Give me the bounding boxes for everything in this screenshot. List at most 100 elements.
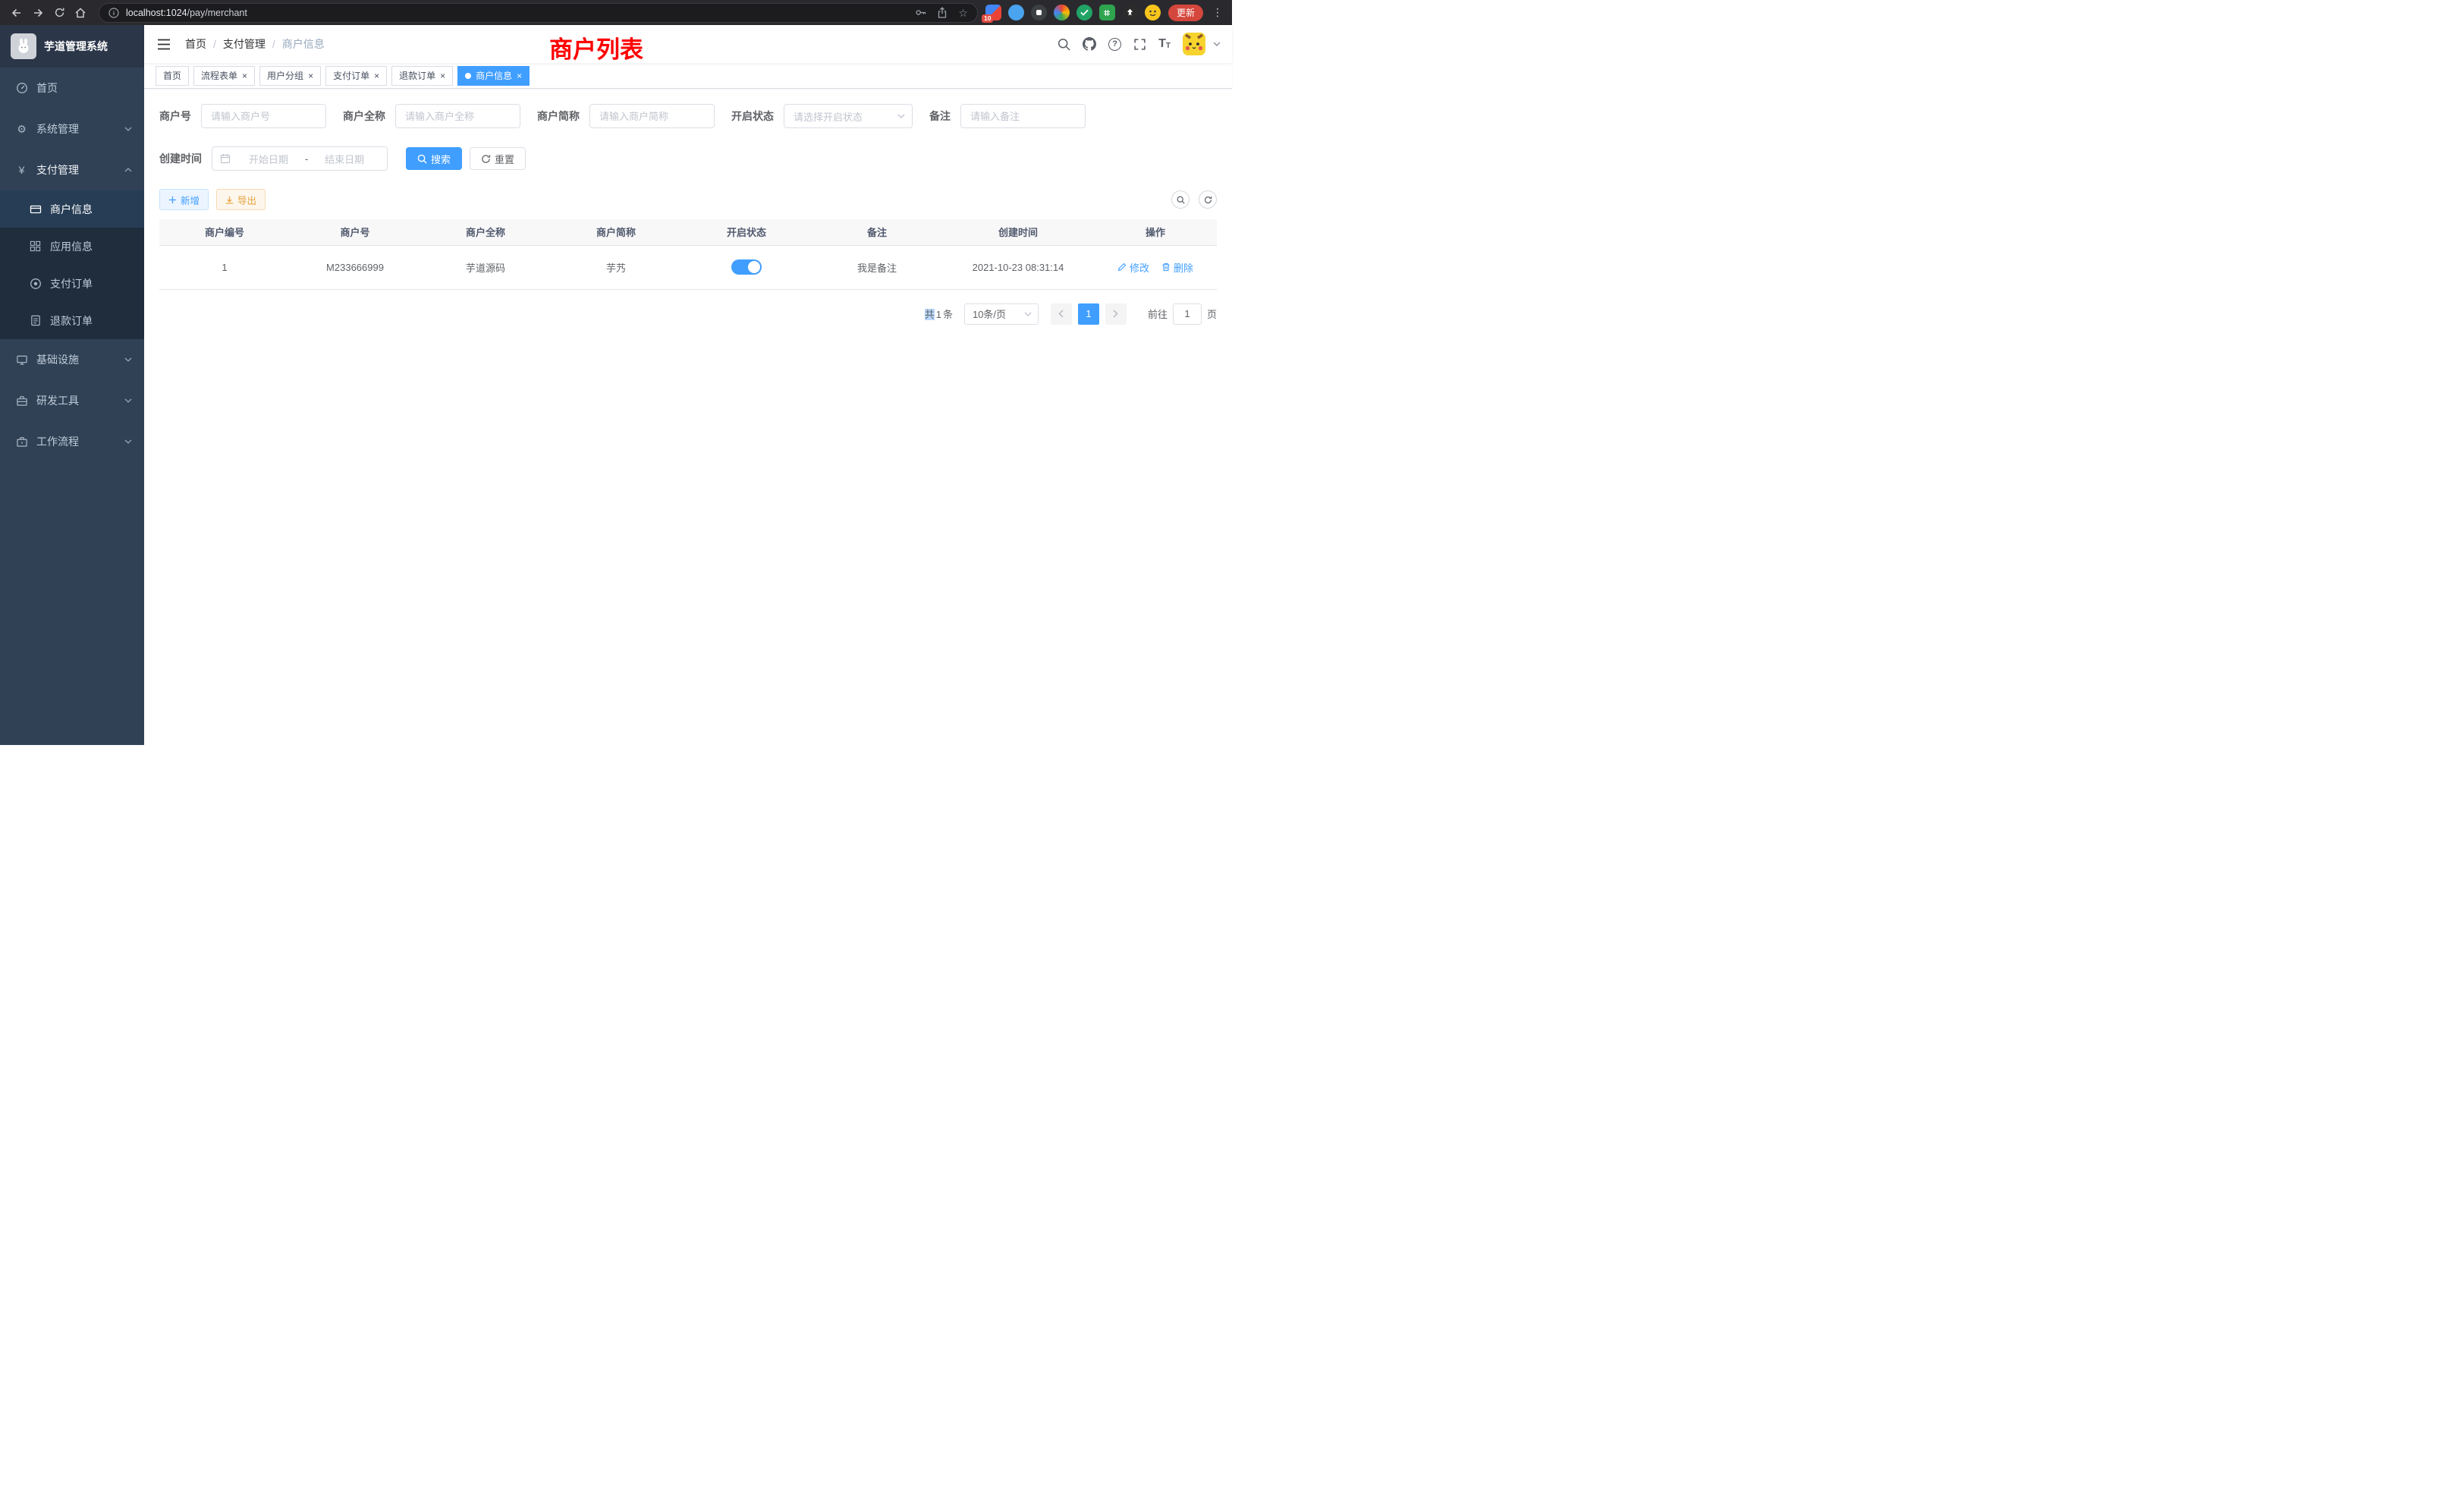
user-avatar[interactable] bbox=[1183, 33, 1205, 55]
pagination-total: 共1条 bbox=[924, 306, 954, 321]
reset-button[interactable]: 重置 bbox=[470, 147, 526, 170]
page-info-icon[interactable] bbox=[108, 8, 119, 18]
app-logo-row[interactable]: 芋道管理系统 bbox=[0, 25, 144, 68]
remark-input[interactable] bbox=[960, 104, 1086, 128]
close-icon[interactable]: × bbox=[242, 71, 247, 80]
search-button[interactable]: 搜索 bbox=[406, 147, 462, 170]
sidebar-item-dev-tools[interactable]: 研发工具 bbox=[0, 380, 144, 421]
close-icon[interactable]: × bbox=[440, 71, 445, 80]
extension-icon-1[interactable]: 10 bbox=[985, 5, 1001, 20]
browser-update-button[interactable]: 更新 bbox=[1168, 5, 1203, 21]
col-create-time: 创建时间 bbox=[942, 219, 1094, 245]
extension-icon-2[interactable] bbox=[1008, 5, 1024, 20]
close-icon[interactable]: × bbox=[374, 71, 379, 80]
sidebar-item-workflow[interactable]: 工作流程 bbox=[0, 421, 144, 462]
sidebar-item-app-info[interactable]: 应用信息 bbox=[0, 228, 144, 265]
export-button[interactable]: 导出 bbox=[216, 189, 266, 210]
sidebar-item-refund-order[interactable]: 退款订单 bbox=[0, 302, 144, 339]
chevron-down-icon[interactable] bbox=[1213, 42, 1221, 46]
tab-merchant-info[interactable]: 商户信息 × bbox=[457, 66, 530, 86]
briefcase-icon bbox=[15, 436, 28, 448]
extension-icon-3[interactable] bbox=[1031, 5, 1047, 20]
tab-refund-order[interactable]: 退款订单 × bbox=[391, 66, 453, 86]
bank-card-icon bbox=[29, 203, 42, 215]
filter-label-create-time: 创建时间 bbox=[159, 151, 202, 166]
extension-icon-5[interactable] bbox=[1076, 5, 1092, 20]
share-icon[interactable] bbox=[937, 7, 948, 18]
breadcrumb-home[interactable]: 首页 bbox=[185, 36, 206, 52]
browser-forward-button[interactable] bbox=[27, 2, 49, 24]
browser-home-button[interactable] bbox=[70, 2, 91, 24]
status-select[interactable]: 请选择开启状态 bbox=[784, 104, 913, 128]
chevron-down-icon bbox=[124, 398, 132, 403]
sidebar-item-pay-order[interactable]: 支付订单 bbox=[0, 265, 144, 302]
sidebar-item-merchant-info[interactable]: 商户信息 bbox=[0, 190, 144, 228]
calendar-icon bbox=[220, 153, 231, 164]
tab-bar: 首页 流程表单 × 用户分组 × 支付订单 × 退款订单 × 商户信息 × bbox=[144, 63, 1232, 89]
search-icon[interactable] bbox=[1058, 38, 1070, 51]
tab-pay-order[interactable]: 支付订单 × bbox=[325, 66, 387, 86]
dashboard-icon bbox=[15, 82, 28, 94]
font-size-icon[interactable]: TT bbox=[1158, 38, 1171, 50]
extension-icon-8[interactable] bbox=[1145, 5, 1161, 20]
breadcrumb-payment[interactable]: 支付管理 bbox=[223, 36, 266, 52]
col-status: 开启状态 bbox=[681, 219, 812, 245]
sidebar-toggle-icon[interactable] bbox=[156, 37, 172, 52]
page-number-button[interactable]: 1 bbox=[1078, 303, 1099, 325]
extension-icon-6[interactable] bbox=[1099, 5, 1115, 20]
add-button[interactable]: 新增 bbox=[159, 189, 209, 210]
page-size-select[interactable]: 10条/页 bbox=[964, 303, 1039, 325]
address-bar[interactable]: localhost:1024/pay/merchant ☆ bbox=[99, 3, 978, 23]
tab-home[interactable]: 首页 bbox=[156, 66, 189, 86]
filter-label-status: 开启状态 bbox=[731, 108, 774, 124]
extension-badge: 10 bbox=[982, 14, 993, 23]
bookmark-star-icon[interactable]: ☆ bbox=[958, 8, 968, 18]
page-jump-input[interactable] bbox=[1173, 303, 1202, 325]
help-icon[interactable]: ? bbox=[1108, 38, 1121, 51]
target-icon bbox=[29, 278, 42, 290]
cell-merchant-no: M233666999 bbox=[290, 245, 420, 289]
create-time-range-picker[interactable]: 开始日期 - 结束日期 bbox=[212, 146, 388, 171]
extension-icon-4[interactable] bbox=[1054, 5, 1070, 20]
merchant-name-input[interactable] bbox=[395, 104, 520, 128]
payment-submenu: 商户信息 应用信息 支付订单 bbox=[0, 190, 144, 339]
grid-icon bbox=[29, 240, 42, 252]
table-row: 1 M233666999 芋道源码 芋艿 我是备注 2021-10-23 08:… bbox=[159, 245, 1217, 289]
sidebar-item-payment-mgmt[interactable]: ¥ 支付管理 bbox=[0, 149, 144, 190]
pagination: 共1条 10条/页 1 前往 页 bbox=[159, 303, 1217, 325]
breadcrumb-current: 商户信息 bbox=[282, 36, 325, 52]
active-tab-dot bbox=[465, 73, 471, 79]
password-key-icon[interactable] bbox=[915, 7, 926, 18]
merchant-short-input[interactable] bbox=[589, 104, 715, 128]
extensions-row: 10 bbox=[985, 5, 1161, 20]
sidebar-item-home[interactable]: 首页 bbox=[0, 68, 144, 108]
browser-back-button[interactable] bbox=[6, 2, 27, 24]
extension-icon-7[interactable] bbox=[1122, 5, 1138, 20]
close-icon[interactable]: × bbox=[308, 71, 313, 80]
sidebar-item-infrastructure[interactable]: 基础设施 bbox=[0, 339, 144, 380]
browser-reload-button[interactable] bbox=[49, 2, 70, 24]
fullscreen-icon[interactable] bbox=[1133, 38, 1146, 51]
merchant-no-input[interactable] bbox=[201, 104, 326, 128]
cell-actions: 修改 删除 bbox=[1094, 245, 1217, 289]
col-remark: 备注 bbox=[812, 219, 942, 245]
tab-process-form[interactable]: 流程表单 × bbox=[193, 66, 255, 86]
refresh-button[interactable] bbox=[1199, 190, 1217, 209]
close-icon[interactable]: × bbox=[517, 71, 522, 80]
sidebar-item-system-mgmt[interactable]: ⚙ 系统管理 bbox=[0, 108, 144, 149]
github-icon[interactable] bbox=[1083, 37, 1096, 51]
status-toggle[interactable] bbox=[731, 259, 762, 275]
edit-link[interactable]: 修改 bbox=[1117, 260, 1149, 275]
prev-page-button[interactable] bbox=[1051, 303, 1072, 325]
tab-user-group[interactable]: 用户分组 × bbox=[259, 66, 321, 86]
chevron-down-icon bbox=[124, 439, 132, 444]
toggle-search-button[interactable] bbox=[1171, 190, 1190, 209]
chevron-down-icon bbox=[124, 127, 132, 131]
monitor-icon bbox=[15, 354, 28, 366]
browser-menu-icon[interactable]: ⋮ bbox=[1209, 6, 1226, 19]
col-merchant-short: 商户简称 bbox=[551, 219, 681, 245]
next-page-button[interactable] bbox=[1105, 303, 1127, 325]
navbar: 首页 / 支付管理 / 商户信息 商户列表 ? TT bbox=[144, 25, 1232, 63]
delete-link[interactable]: 删除 bbox=[1161, 260, 1193, 275]
start-date-placeholder: 开始日期 bbox=[234, 152, 303, 166]
